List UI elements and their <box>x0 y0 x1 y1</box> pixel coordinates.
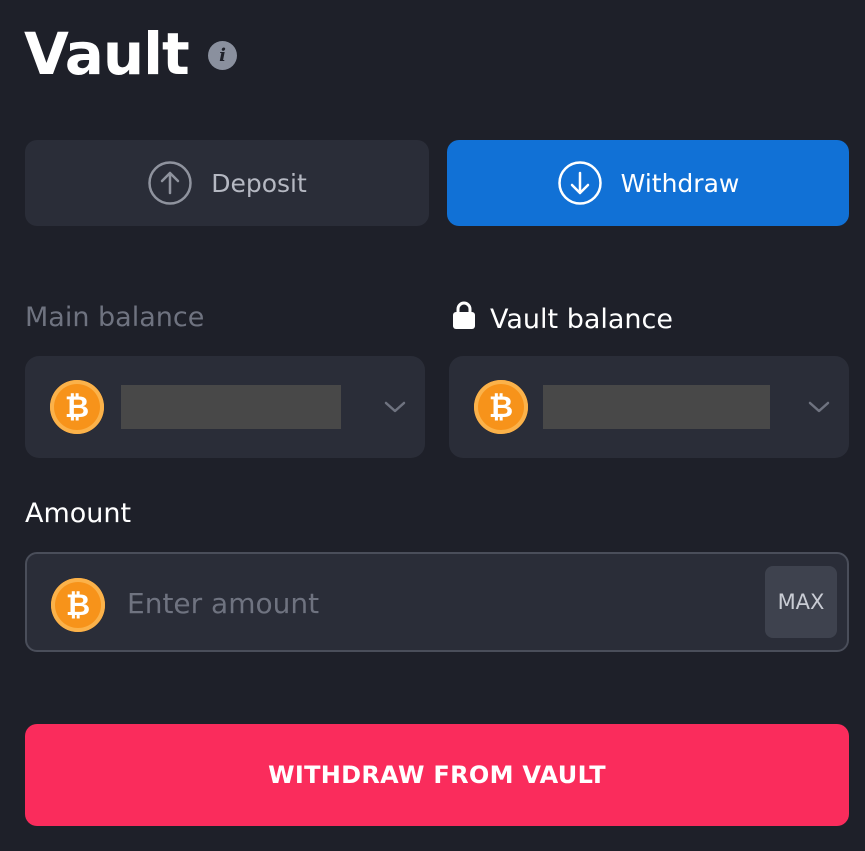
bitcoin-icon: ₿ <box>474 380 528 434</box>
redacted-balance <box>121 385 341 429</box>
bitcoin-icon: ₿ <box>51 578 105 632</box>
vault-balance-label: Vault balance <box>490 304 674 335</box>
info-icon[interactable]: i <box>208 41 237 70</box>
vault-balance-heading: Vault balance <box>452 300 673 340</box>
max-button[interactable]: MAX <box>765 566 837 638</box>
tab-deposit[interactable]: Deposit <box>25 140 429 226</box>
bitcoin-icon: ₿ <box>50 380 104 434</box>
arrow-up-circle-icon <box>147 160 193 206</box>
arrow-down-circle-icon <box>557 160 603 206</box>
amount-input[interactable] <box>125 574 749 632</box>
chevron-down-icon <box>383 399 407 419</box>
vault-balance-select[interactable]: ₿ <box>449 356 849 458</box>
page-title: Vault <box>24 20 190 88</box>
amount-field: ₿ MAX <box>25 552 849 652</box>
tab-deposit-label: Deposit <box>211 168 307 198</box>
redacted-balance <box>543 385 770 429</box>
main-balance-label: Main balance <box>25 302 205 333</box>
amount-label: Amount <box>25 498 132 529</box>
main-balance-select[interactable]: ₿ <box>25 356 425 458</box>
tab-withdraw[interactable]: Withdraw <box>447 140 849 226</box>
lock-icon <box>452 300 476 340</box>
chevron-down-icon <box>807 399 831 419</box>
tab-withdraw-label: Withdraw <box>620 168 740 198</box>
withdraw-from-vault-button[interactable]: WITHDRAW FROM VAULT <box>25 724 849 826</box>
